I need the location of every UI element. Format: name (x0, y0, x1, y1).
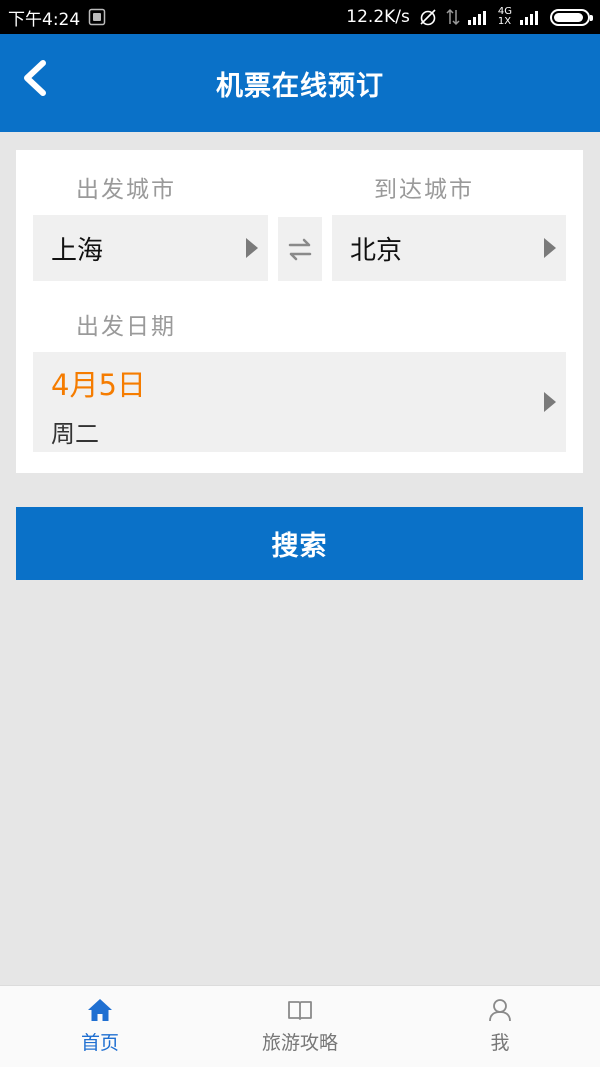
user-icon (487, 998, 513, 1022)
arrival-city-selector[interactable]: 北京 (332, 215, 566, 281)
swap-icon (288, 238, 312, 261)
departure-city-selector[interactable]: 上海 (33, 215, 268, 281)
swap-cities-button[interactable] (278, 217, 322, 281)
nav-label-home: 首页 (80, 1032, 119, 1054)
signal-icon-secondary (520, 9, 542, 25)
chevron-right-icon (246, 238, 258, 258)
battery-icon (550, 8, 593, 26)
arrival-city: 北京 (350, 235, 403, 266)
book-icon (287, 998, 313, 1022)
booking-form: 出发城市 到达城市 上海 北京 出发日期 4月5日 周二 (16, 150, 583, 473)
status-time: 下午4:24 (8, 9, 81, 30)
nav-item-travel-guide[interactable]: 旅游攻略 (200, 986, 400, 1067)
page-title: 机票在线预订 (216, 70, 384, 102)
departure-date: 4月5日 (51, 368, 146, 402)
date-label: 出发日期 (76, 314, 176, 340)
status-bar: 下午4:24 12.2K/s 4G 1X (0, 0, 600, 34)
home-icon (87, 998, 113, 1022)
bottom-nav: 首页 旅游攻略 我 (0, 985, 600, 1067)
alarm-off-icon (418, 7, 438, 27)
search-button[interactable]: 搜索 (16, 507, 583, 580)
chevron-left-icon (24, 60, 46, 96)
data-transfer-icon (446, 8, 460, 26)
nav-item-home[interactable]: 首页 (0, 986, 200, 1067)
app-header: 机票在线预订 (0, 34, 600, 132)
network-type: 4G 1X (497, 6, 512, 27)
battery-level (554, 12, 583, 22)
network-speed: 12.2K/s (346, 7, 410, 27)
departure-city: 上海 (51, 235, 104, 266)
date-selector[interactable]: 4月5日 周二 (33, 352, 566, 452)
nav-label-travel-guide: 旅游攻略 (261, 1032, 338, 1054)
chevron-right-icon (544, 238, 556, 258)
chevron-right-icon (544, 392, 556, 412)
notification-icon (88, 8, 106, 26)
nav-label-me: 我 (490, 1032, 510, 1054)
arrival-label: 到达城市 (374, 177, 474, 203)
departure-weekday: 周二 (51, 420, 99, 448)
departure-label: 出发城市 (76, 177, 176, 203)
nav-item-me[interactable]: 我 (400, 986, 600, 1067)
signal-icon (467, 9, 490, 25)
back-button[interactable] (12, 56, 56, 100)
